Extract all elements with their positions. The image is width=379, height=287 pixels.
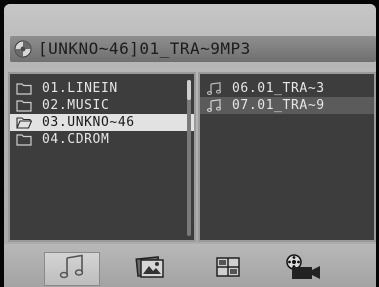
movie-mode-button[interactable] xyxy=(276,252,332,286)
folder-item-label: 02.MUSIC xyxy=(42,98,110,113)
disc-icon xyxy=(14,40,32,58)
grid-mode-button[interactable] xyxy=(200,252,256,286)
folder-item-label: 04.CDROM xyxy=(42,132,110,147)
music-note-icon xyxy=(206,99,222,112)
header: [UNKNO~46]01_TRA~9MP3 xyxy=(4,4,376,68)
now-playing-bar: [UNKNO~46]01_TRA~9MP3 xyxy=(10,36,376,62)
file-item-highlighted[interactable]: 07.01_TRA~9 xyxy=(200,97,374,114)
folder-item-label: 01.LINEIN xyxy=(42,81,118,96)
folder-item-label: 03.UNKNO~46 xyxy=(42,115,135,130)
folder-item[interactable]: 01.LINEIN xyxy=(10,80,194,97)
folder-list: 01.LINEIN 02.MUSIC 03.UNKNO~46 04.CDROM xyxy=(10,80,194,148)
folder-icon xyxy=(16,82,32,95)
folder-item[interactable]: 04.CDROM xyxy=(10,131,194,148)
photo-icon xyxy=(134,254,166,284)
music-note-icon xyxy=(206,82,222,95)
folder-open-icon xyxy=(16,116,32,129)
file-item-label: 07.01_TRA~9 xyxy=(232,98,325,113)
folder-item[interactable]: 02.MUSIC xyxy=(10,97,194,114)
file-list: 06.01_TRA~3 07.01_TRA~9 xyxy=(200,80,374,114)
folder-icon xyxy=(16,99,32,112)
now-playing-title: [UNKNO~46]01_TRA~9MP3 xyxy=(38,39,251,58)
folder-scrollbar[interactable] xyxy=(187,80,191,236)
music-note-icon xyxy=(58,254,86,284)
folder-icon xyxy=(16,133,32,146)
music-mode-button[interactable] xyxy=(44,252,100,286)
folder-item-selected[interactable]: 03.UNKNO~46 xyxy=(10,114,194,131)
photo-mode-button[interactable] xyxy=(122,252,178,286)
file-list-panel[interactable]: 06.01_TRA~3 07.01_TRA~9 xyxy=(198,72,376,242)
folder-list-panel[interactable]: 01.LINEIN 02.MUSIC 03.UNKNO~46 04.CDROM xyxy=(8,72,196,242)
file-item-label: 06.01_TRA~3 xyxy=(232,81,325,96)
category-bar xyxy=(4,244,376,287)
file-item[interactable]: 06.01_TRA~3 xyxy=(200,80,374,97)
folder-scrollbar-thumb[interactable] xyxy=(187,80,191,100)
film-camera-icon xyxy=(284,253,324,285)
grid-icon xyxy=(214,255,242,283)
media-player-screen: [UNKNO~46]01_TRA~9MP3 01.LINEIN 02.MUSIC xyxy=(4,4,376,287)
